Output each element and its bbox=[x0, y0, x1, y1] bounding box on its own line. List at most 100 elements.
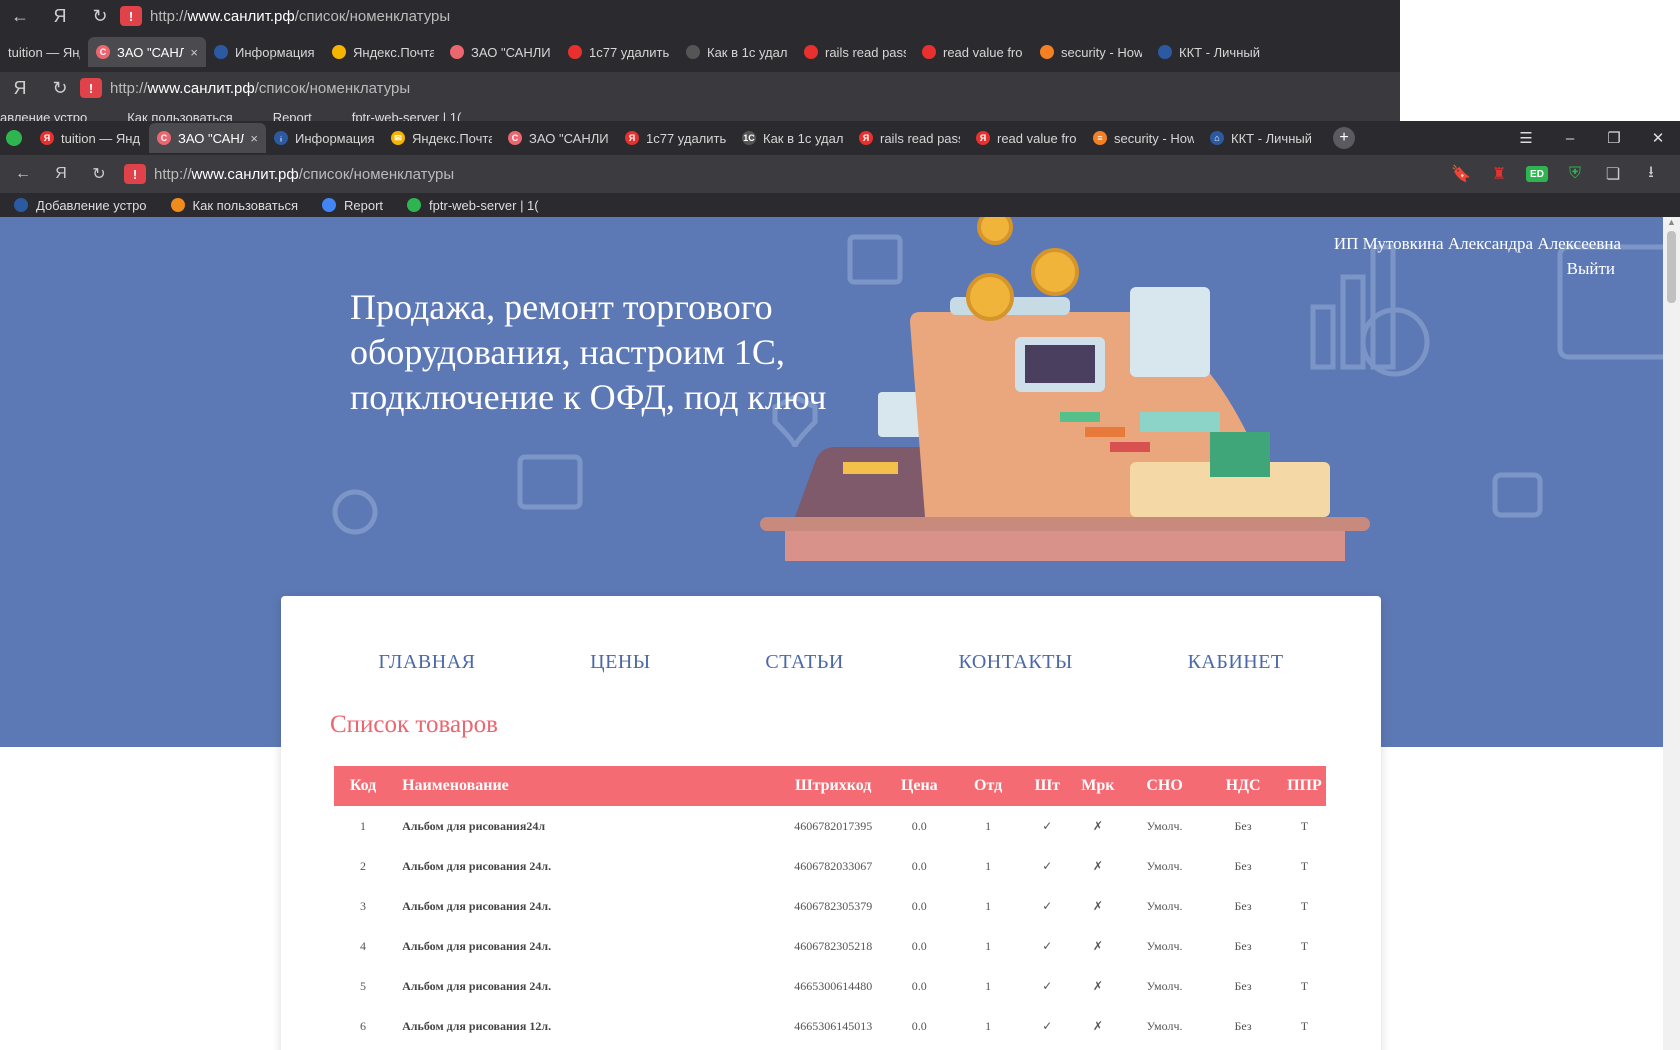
table-cell: 4665300614480 bbox=[794, 978, 873, 993]
restore-icon[interactable]: ❐ bbox=[1592, 121, 1636, 155]
menu-item-contacts[interactable]: КОНТАКТЫ bbox=[958, 651, 1072, 674]
logout-link[interactable]: Выйти bbox=[1334, 256, 1615, 281]
browser-tab[interactable]: 1С Как в 1с удал bbox=[734, 123, 851, 153]
tab-label: Как в 1с удал bbox=[763, 130, 843, 146]
download-icon[interactable]: ⭳ bbox=[1632, 155, 1670, 193]
browser-tab[interactable]: ≡ security - How bbox=[1085, 123, 1202, 153]
browser-tab[interactable]: С ЗАО "САНЛИ bbox=[500, 123, 617, 153]
bookmark-item[interactable]: Report bbox=[322, 198, 383, 213]
ghost-tab[interactable]: Яндекс.Почта bbox=[324, 37, 442, 67]
tab-favicon-icon: Я bbox=[859, 131, 873, 145]
address-bar[interactable]: ! http://www.санлит.рф/список/номенклату… bbox=[124, 164, 454, 184]
column-header[interactable]: Наименование bbox=[392, 766, 779, 806]
back-icon[interactable]: ← bbox=[0, 6, 40, 27]
collections-icon[interactable]: ❏ bbox=[1594, 155, 1632, 193]
minimize-icon[interactable]: – bbox=[1548, 121, 1592, 155]
table-row[interactable]: 5 Альбом для рисования 24л. 4665300614480 0… bbox=[334, 966, 1326, 1006]
menu-icon[interactable]: ☰ bbox=[1504, 121, 1548, 155]
table-row[interactable]: 1 Альбом для рисования24л 4606782017395 0.0… bbox=[334, 806, 1326, 846]
new-tab-button[interactable]: + bbox=[1333, 127, 1355, 149]
table-cell: ✓ bbox=[1042, 978, 1053, 993]
scrollbar-thumb[interactable] bbox=[1667, 231, 1676, 303]
tab-favicon-icon: ⌂ bbox=[1210, 131, 1224, 145]
tab-label: ЗАО "САНЛИ bbox=[529, 130, 609, 146]
column-header[interactable]: Штрихкод bbox=[779, 766, 887, 806]
browser-tab[interactable]: ⌂ ККТ - Личный bbox=[1202, 123, 1319, 153]
menu-item-cabinet[interactable]: КАБИНЕТ bbox=[1188, 651, 1284, 674]
browser-tab[interactable]: ✉ Яндекс.Почта bbox=[383, 123, 500, 153]
browser-tab[interactable]: ᵢ Информация bbox=[266, 123, 383, 153]
ed-extension-icon[interactable]: ED bbox=[1518, 155, 1556, 193]
scrollbar[interactable]: ▲ bbox=[1663, 217, 1680, 1050]
ghost-tab-active[interactable]: С ЗАО "САНЛ × bbox=[88, 37, 206, 67]
table-row[interactable]: 4 Альбом для рисования 24л. 4606782305218 0… bbox=[334, 926, 1326, 966]
bookmark-item[interactable]: Как пользоваться bbox=[170, 198, 298, 213]
back-icon[interactable]: ← bbox=[4, 155, 42, 193]
extension-icon[interactable]: ♜ bbox=[1480, 155, 1518, 193]
register-screen bbox=[1025, 345, 1095, 383]
ghost-tab[interactable]: Информация bbox=[206, 37, 324, 67]
hero-title: Продажа, ремонт торгового оборудования, … bbox=[350, 287, 827, 417]
table-row[interactable]: 2 Альбом для рисования 24л. 4606782033067 0… bbox=[334, 846, 1326, 886]
bookmark-favicon-icon bbox=[170, 198, 185, 212]
content-card: ГЛАВНАЯ ЦЕНЫ СТАТЬИ КОНТАКТЫ КАБИНЕТ Спи… bbox=[281, 596, 1381, 1050]
browser-tab[interactable]: С ЗАО "САНЛ × bbox=[149, 123, 266, 153]
pie-outline-icon bbox=[332, 489, 378, 535]
ghost-tab[interactable]: 1с77 удалить bbox=[560, 37, 678, 67]
shield-icon[interactable]: ⛨ bbox=[1556, 155, 1594, 193]
address-bar[interactable]: ! http://www.санлит.рф/список/номенклату… bbox=[120, 6, 450, 26]
browser-tab[interactable]: Яrails read pass bbox=[851, 123, 968, 153]
bookmark-icon[interactable]: 🔖 bbox=[1442, 155, 1480, 193]
column-header[interactable]: Мрк bbox=[1070, 766, 1126, 806]
ghost-tab[interactable]: ЗАО "САНЛИ bbox=[442, 37, 560, 67]
table-cell: Без bbox=[1234, 978, 1252, 993]
column-header[interactable]: Шт bbox=[1025, 766, 1070, 806]
browser-tab[interactable]: Яtuition — Янд bbox=[32, 123, 149, 153]
close-tab-icon[interactable]: × bbox=[250, 131, 258, 146]
reload-icon[interactable]: ↻ bbox=[40, 78, 80, 99]
table-row[interactable]: 6 Альбом для рисования 12л. 4665306145013 0… bbox=[334, 1006, 1326, 1046]
table-cell: 4606782305379 bbox=[794, 898, 873, 913]
table-cell: ✗ bbox=[1092, 978, 1103, 993]
coin-icon bbox=[966, 273, 1014, 321]
table-cell: 1 bbox=[985, 978, 992, 993]
web-page: Продажа, ремонт торгового оборудования, … bbox=[0, 217, 1663, 1050]
close-window-icon[interactable]: ✕ bbox=[1636, 121, 1680, 155]
table-cell: 0.0 bbox=[911, 938, 927, 953]
column-header[interactable]: Цена bbox=[887, 766, 952, 806]
reload-icon[interactable]: ↻ bbox=[80, 155, 118, 193]
reload-icon[interactable]: ↻ bbox=[80, 6, 120, 27]
menu-item-articles[interactable]: СТАТЬИ bbox=[765, 651, 843, 674]
yandex-icon[interactable]: Я bbox=[0, 78, 40, 99]
address-bar[interactable]: ! http://www.санлит.рф/список/номенклату… bbox=[80, 78, 410, 98]
ghost-tab[interactable]: security - How bbox=[1032, 37, 1150, 67]
play-icon[interactable] bbox=[6, 130, 22, 146]
column-header[interactable]: НДС bbox=[1203, 766, 1283, 806]
ghost-tab[interactable]: tuition — Янд bbox=[0, 37, 88, 67]
browser-tab[interactable]: Яread value fro bbox=[968, 123, 1085, 153]
yandex-icon[interactable]: Я bbox=[42, 155, 80, 193]
ghost-tab[interactable]: Как в 1с удал bbox=[678, 37, 796, 67]
bookmarks-bar: Добавление устро Как пользоваться Report fp… bbox=[0, 193, 1680, 217]
yandex-icon[interactable]: Я bbox=[40, 6, 80, 27]
bookmark-item[interactable]: fptr-web-server | 1( bbox=[407, 198, 539, 213]
ghost-tab[interactable]: ККТ - Личный bbox=[1150, 37, 1268, 67]
column-header[interactable]: Код bbox=[334, 766, 392, 806]
table-cell: Т bbox=[1300, 1018, 1309, 1033]
ghost-tab[interactable]: rails read pass bbox=[796, 37, 914, 67]
column-header[interactable]: СНО bbox=[1126, 766, 1203, 806]
url-path: /список/номенклатуры bbox=[298, 165, 455, 183]
menu-item-prices[interactable]: ЦЕНЫ bbox=[590, 651, 651, 674]
bookmark-item[interactable]: Добавление устро bbox=[14, 198, 147, 213]
tab-favicon-icon: С bbox=[157, 131, 171, 145]
menu-item-home[interactable]: ГЛАВНАЯ bbox=[378, 651, 475, 674]
scroll-up-icon[interactable]: ▲ bbox=[1667, 217, 1676, 227]
column-header[interactable]: ППР bbox=[1283, 766, 1326, 806]
table-cell: Умолч. bbox=[1146, 1018, 1183, 1033]
table-cell: Умолч. bbox=[1146, 898, 1183, 913]
browser-tab[interactable]: Я 1с77 удалить bbox=[617, 123, 734, 153]
column-header[interactable]: Отд bbox=[952, 766, 1025, 806]
ghost-tab[interactable]: read value fro bbox=[914, 37, 1032, 67]
table-cell: Умолч. bbox=[1146, 938, 1183, 953]
table-row[interactable]: 3 Альбом для рисования 24л. 4606782305379 0… bbox=[334, 886, 1326, 926]
